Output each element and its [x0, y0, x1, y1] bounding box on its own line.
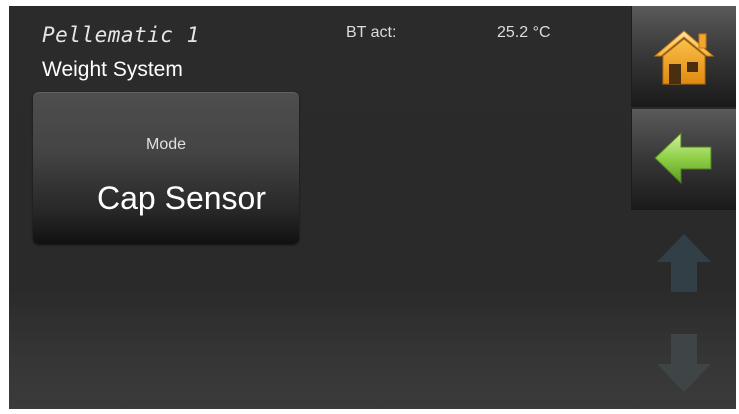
home-icon	[653, 30, 715, 85]
boiler-temp-label: BT act:	[346, 24, 397, 41]
device-name: Pellematic 1	[42, 23, 200, 47]
back-button[interactable]	[631, 109, 736, 210]
side-navigation	[631, 6, 736, 409]
home-button[interactable]	[631, 6, 736, 107]
mode-value: Cap Sensor	[97, 180, 266, 216]
boiler-temp-value: 25.2 °C	[497, 24, 551, 41]
up-arrow-icon[interactable]	[655, 232, 713, 294]
mode-button[interactable]: Mode Cap Sensor	[33, 92, 299, 244]
mode-label: Mode	[145, 136, 187, 153]
touch-screen: Pellematic 1 Weight System BT act: 25.2 …	[9, 6, 736, 409]
page-title: Weight System	[42, 58, 183, 81]
back-arrow-icon	[654, 131, 712, 185]
down-arrow-icon[interactable]	[655, 332, 713, 394]
